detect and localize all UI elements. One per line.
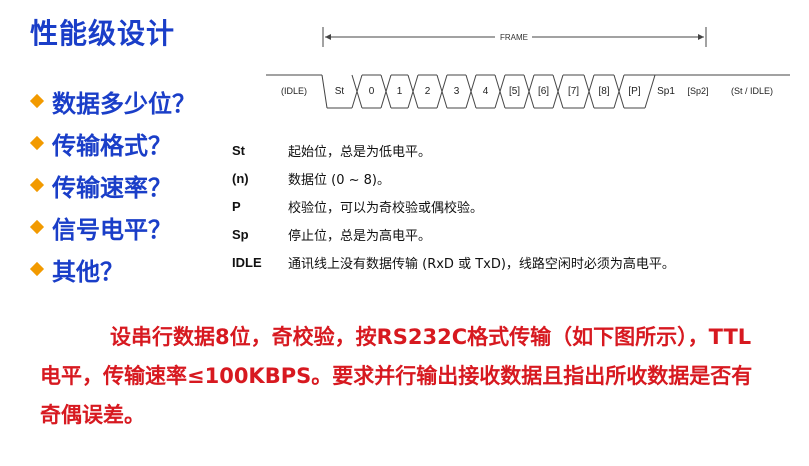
diamond-bullet-icon [29, 177, 45, 193]
legend-row: IDLE 通讯线上没有数据传输 (RxD 或 TxD)，线路空闲时必须为高电平。 [232, 248, 675, 276]
legend-key: P [232, 198, 241, 214]
bullet-text: 传输速率？ [52, 173, 172, 202]
stop-rise-edge [644, 74, 656, 109]
legend-key: Sp [232, 226, 249, 242]
frame-cell-label: 1 [397, 86, 403, 97]
frame-cell-label: [P] [628, 86, 640, 97]
frame-cell-label: [6] [538, 86, 549, 97]
frame-cell-label: (St / IDLE) [731, 86, 773, 96]
legend-row: Sp 停止位，总是为高电平。 [232, 220, 675, 248]
frame-label: FRAME [500, 33, 528, 42]
legend-desc: 数据位 (0 ~ 8)。 [288, 172, 390, 188]
frame-cell-label: [8] [598, 86, 609, 97]
frame-cell-label: 4 [483, 86, 489, 97]
start-edge [321, 74, 328, 109]
legend-key: (n) [232, 170, 249, 186]
legend-desc: 校验位，可以为奇校验或偶校验。 [288, 200, 484, 216]
legend-row: P 校验位，可以为奇校验或偶校验。 [232, 192, 675, 220]
legend-key: IDLE [232, 254, 262, 270]
frame-cell-label: (IDLE) [281, 86, 307, 96]
frame-cell-label: [5] [509, 86, 520, 97]
task-description: 设串行数据8位，奇校验，按RS232C格式传输（如下图所示），TTL电平，传输速… [40, 318, 760, 435]
legend-row: St 起始位，总是为低电平。 [232, 136, 675, 164]
list-item: 信号电平？ [29, 206, 196, 248]
legend: St 起始位，总是为低电平。 (n) 数据位 (0 ~ 8)。 P 校验位，可以为奇校… [232, 136, 675, 276]
bullet-text: 信号电平？ [52, 215, 172, 244]
task-text: 设串行数据8位，奇校验，按RS232C格式传输（如下图所示），TTL电平，传输速… [40, 325, 753, 427]
frame-cell-label: [7] [568, 86, 579, 97]
list-item: 传输速率？ [29, 164, 196, 206]
frame-cell-label: [Sp2] [687, 86, 708, 96]
legend-key: St [232, 142, 245, 158]
legend-desc: 起始位，总是为低电平。 [288, 144, 432, 160]
legend-desc: 停止位，总是为高电平。 [288, 228, 432, 244]
diamond-bullet-icon [29, 261, 45, 277]
arrowhead-right-icon [698, 34, 704, 40]
legend-desc: 通讯线上没有数据传输 (RxD 或 TxD)，线路空闲时必须为高电平。 [288, 256, 675, 272]
arrowhead-left-icon [325, 34, 331, 40]
frame-cell-label: Sp1 [657, 86, 675, 97]
legend-row: (n) 数据位 (0 ~ 8)。 [232, 164, 675, 192]
diamond-bullet-icon [29, 219, 45, 235]
frame-cell-label: St [335, 86, 345, 97]
bullet-text: 其他？ [52, 257, 124, 286]
frame-cell-label: 0 [369, 86, 375, 97]
frame-cell-label: 3 [454, 86, 460, 97]
waveform [266, 74, 790, 109]
frame-cells: (IDLE) St 0 1 2 3 4 [5] [6] [7] [8] [P] Sp1 [Sp2] (St … [281, 86, 773, 97]
list-item: 其他？ [29, 248, 196, 290]
frame-cell-label: 2 [425, 86, 431, 97]
uart-frame-diagram: FRAME (IDLE) St 0 1 2 3 4 [5] [6] [7] [8] [P] Sp1 [Sp… [266, 27, 790, 109]
